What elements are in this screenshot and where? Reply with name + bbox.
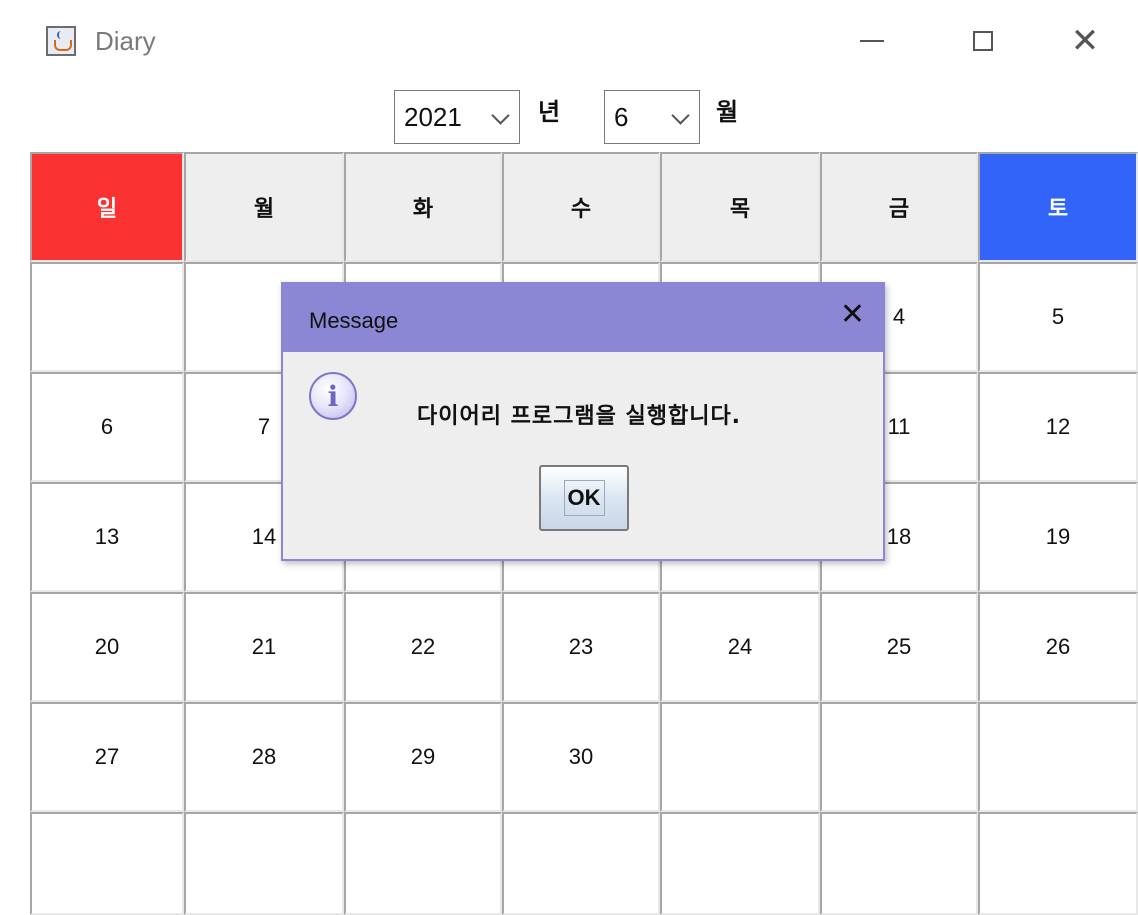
day-cell[interactable]: 25 — [820, 592, 978, 702]
day-cell[interactable]: 19 — [978, 482, 1138, 592]
dialog-title: Message — [309, 308, 399, 333]
close-icon: ✕ — [1070, 21, 1100, 61]
minimize-icon — [860, 40, 884, 42]
day-cell[interactable]: 20 — [30, 592, 184, 702]
empty-day-cell[interactable] — [660, 812, 820, 915]
day-cell[interactable]: 13 — [30, 482, 184, 592]
day-cell[interactable]: 29 — [344, 702, 502, 812]
message-dialog: Message ✕ i 다이어리 프로그램을 실행합니다. OK — [281, 282, 885, 561]
chevron-down-icon — [671, 106, 690, 125]
month-unit-label: 월 — [716, 98, 739, 126]
weekday-header-wednesday: 수 — [502, 152, 660, 262]
day-cell[interactable]: 12 — [978, 372, 1138, 482]
empty-day-cell[interactable] — [184, 812, 344, 915]
day-cell[interactable]: 28 — [184, 702, 344, 812]
day-cell[interactable]: 24 — [660, 592, 820, 702]
window-title: Diary — [95, 26, 156, 56]
dialog-titlebar: Message ✕ — [283, 284, 883, 352]
chevron-down-icon — [491, 106, 510, 125]
day-cell[interactable]: 22 — [344, 592, 502, 702]
empty-day-cell[interactable] — [502, 812, 660, 915]
year-select[interactable]: 2021 — [394, 90, 520, 144]
info-icon: i — [309, 372, 357, 420]
day-cell[interactable]: 26 — [978, 592, 1138, 702]
empty-day-cell[interactable] — [30, 262, 184, 372]
empty-day-cell[interactable] — [978, 812, 1138, 915]
close-window-button[interactable]: ✕ — [1055, 18, 1115, 64]
dialog-close-button[interactable]: ✕ — [840, 300, 865, 330]
weekday-header-sunday: 일 — [30, 152, 184, 262]
empty-day-cell[interactable] — [978, 702, 1138, 812]
ok-button[interactable]: OK — [539, 465, 629, 531]
java-cup-icon — [46, 26, 76, 56]
date-selector-row: 2021 년 6 월 — [0, 84, 1138, 154]
day-cell[interactable]: 27 — [30, 702, 184, 812]
day-cell[interactable]: 30 — [502, 702, 660, 812]
empty-day-cell[interactable] — [820, 702, 978, 812]
empty-day-cell[interactable] — [30, 812, 184, 915]
weekday-header-monday: 월 — [184, 152, 344, 262]
maximize-button[interactable] — [953, 18, 1013, 64]
empty-day-cell[interactable] — [820, 812, 978, 915]
empty-day-cell[interactable] — [660, 702, 820, 812]
day-cell[interactable]: 23 — [502, 592, 660, 702]
day-cell[interactable]: 5 — [978, 262, 1138, 372]
year-select-value: 2021 — [404, 102, 462, 132]
year-unit-label: 년 — [538, 98, 561, 126]
weekday-header-tuesday: 화 — [344, 152, 502, 262]
weekday-header-saturday: 토 — [978, 152, 1138, 262]
day-cell[interactable]: 21 — [184, 592, 344, 702]
weekday-header-friday: 금 — [820, 152, 978, 262]
empty-day-cell[interactable] — [344, 812, 502, 915]
weekday-header-thursday: 목 — [660, 152, 820, 262]
dialog-message: 다이어리 프로그램을 실행합니다. — [417, 404, 742, 429]
day-cell[interactable]: 6 — [30, 372, 184, 482]
maximize-icon — [973, 31, 993, 51]
window-titlebar: Diary ✕ — [0, 0, 1138, 84]
month-select-value: 6 — [614, 102, 629, 132]
minimize-button[interactable] — [842, 18, 902, 64]
ok-button-label: OK — [563, 480, 605, 516]
month-select[interactable]: 6 — [604, 90, 700, 144]
